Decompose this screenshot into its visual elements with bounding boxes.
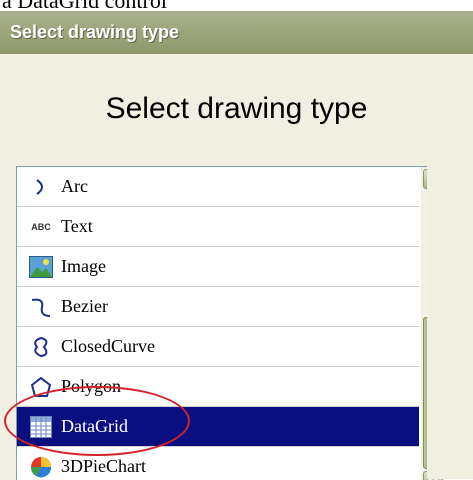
- list-item-polygon[interactable]: Polygon: [17, 367, 419, 407]
- list-item-closedcurve[interactable]: ClosedCurve: [17, 327, 419, 367]
- datagrid-icon: [29, 415, 53, 439]
- list-item-label: ClosedCurve: [61, 336, 155, 356]
- bezier-icon: [29, 295, 53, 319]
- list-item-label: DataGrid: [61, 416, 128, 436]
- list-item-label: Bezier: [61, 296, 108, 316]
- arc-icon: [29, 175, 53, 199]
- list-item-label: Polygon: [61, 376, 122, 396]
- polygon-icon: [29, 375, 53, 399]
- closed-curve-icon: [29, 335, 53, 359]
- drawing-type-list[interactable]: Arc ABC Text Image Bezier ClosedCurve Po…: [16, 166, 473, 480]
- list-item-image[interactable]: Image: [17, 247, 419, 287]
- pie-chart-icon: [29, 455, 53, 479]
- list-item-label: Image: [61, 256, 106, 276]
- list-item-label: Text: [61, 216, 93, 236]
- text-abc-icon: ABC: [31, 221, 51, 232]
- list-item-label: 3DPieChart: [61, 456, 146, 476]
- list-item-arc[interactable]: Arc: [17, 167, 419, 207]
- list-item-bezier[interactable]: Bezier: [17, 287, 419, 327]
- page-heading: Select drawing type: [105, 92, 368, 125]
- window-titlebar: Select drawing type: [0, 11, 473, 54]
- list-item-datagrid[interactable]: DataGrid: [17, 407, 419, 447]
- list-item-text[interactable]: ABC Text: [17, 207, 419, 247]
- window-edge: [427, 166, 473, 479]
- list-item-3dpiechart[interactable]: 3DPieChart: [17, 447, 419, 480]
- image-icon: [29, 255, 53, 279]
- list-item-label: Arc: [61, 176, 88, 196]
